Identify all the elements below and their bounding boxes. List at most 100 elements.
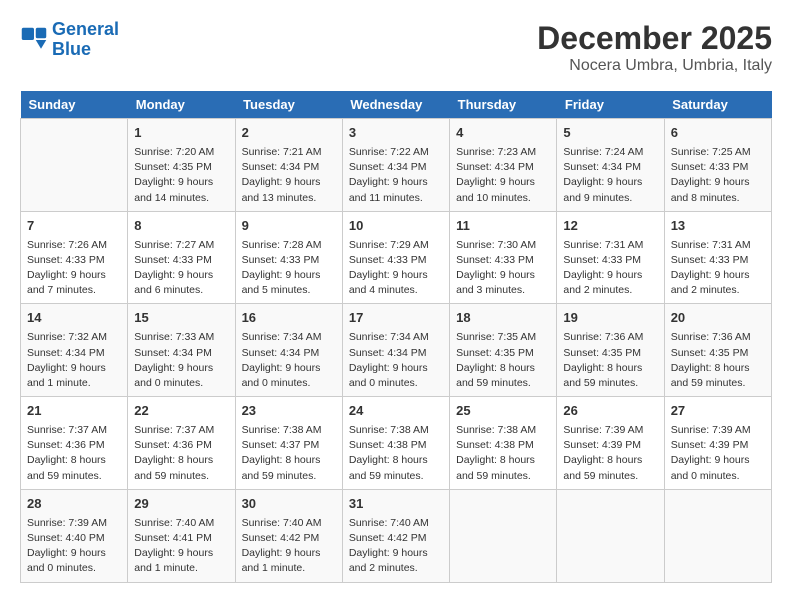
day-info: Sunrise: 7:31 AMSunset: 4:33 PMDaylight:…: [671, 238, 765, 299]
day-cell: 1Sunrise: 7:20 AMSunset: 4:35 PMDaylight…: [128, 119, 235, 212]
day-number: 10: [349, 217, 443, 236]
day-info: Sunrise: 7:40 AMSunset: 4:41 PMDaylight:…: [134, 516, 228, 577]
day-info: Sunrise: 7:39 AMSunset: 4:40 PMDaylight:…: [27, 516, 121, 577]
day-number: 2: [242, 124, 336, 143]
day-info: Sunrise: 7:26 AMSunset: 4:33 PMDaylight:…: [27, 238, 121, 299]
day-number: 30: [242, 495, 336, 514]
day-cell: 6 Sunrise: 7:25 AMSunset: 4:33 PMDaylight…: [664, 119, 771, 212]
day-number: 9: [242, 217, 336, 236]
day-number: 26: [563, 402, 657, 421]
day-cell: 31Sunrise: 7:40 AMSunset: 4:42 PMDayligh…: [342, 489, 449, 582]
day-info: Sunrise: 7:27 AMSunset: 4:33 PMDaylight:…: [134, 238, 228, 299]
day-number: 25: [456, 402, 550, 421]
logo-line1: General: [52, 19, 119, 39]
day-info: Sunrise: 7:25 AMSunset: 4:33 PMDaylight:…: [671, 145, 765, 206]
day-number: 19: [563, 309, 657, 328]
day-info: Sunrise: 7:39 AMSunset: 4:39 PMDaylight:…: [563, 423, 657, 484]
col-header-wednesday: Wednesday: [342, 91, 449, 119]
day-number: 23: [242, 402, 336, 421]
day-cell: [557, 489, 664, 582]
day-info: Sunrise: 7:33 AMSunset: 4:34 PMDaylight:…: [134, 330, 228, 391]
day-info: Sunrise: 7:31 AMSunset: 4:33 PMDaylight:…: [563, 238, 657, 299]
day-cell: [450, 489, 557, 582]
day-info: Sunrise: 7:35 AMSunset: 4:35 PMDaylight:…: [456, 330, 550, 391]
day-cell: 16Sunrise: 7:34 AMSunset: 4:34 PMDayligh…: [235, 304, 342, 397]
day-number: 4: [456, 124, 550, 143]
logo: General Blue: [20, 20, 119, 60]
day-info: Sunrise: 7:24 AMSunset: 4:34 PMDaylight:…: [563, 145, 657, 206]
day-info: Sunrise: 7:37 AMSunset: 4:36 PMDaylight:…: [27, 423, 121, 484]
day-number: 27: [671, 402, 765, 421]
week-row-4: 21 Sunrise: 7:37 AMSunset: 4:36 PMDayligh…: [21, 397, 772, 490]
day-info: Sunrise: 7:22 AMSunset: 4:34 PMDaylight:…: [349, 145, 443, 206]
day-info: Sunrise: 7:38 AMSunset: 4:37 PMDaylight:…: [242, 423, 336, 484]
day-cell: 20 Sunrise: 7:36 AMSunset: 4:35 PMDayligh…: [664, 304, 771, 397]
location-title: Nocera Umbra, Umbria, Italy: [537, 57, 772, 75]
day-cell: 18Sunrise: 7:35 AMSunset: 4:35 PMDayligh…: [450, 304, 557, 397]
title-block: December 2025 Nocera Umbra, Umbria, Ital…: [537, 20, 772, 75]
day-cell: 12 Sunrise: 7:31 AMSunset: 4:33 PMDayligh…: [557, 211, 664, 304]
day-number: 17: [349, 309, 443, 328]
day-info: Sunrise: 7:38 AMSunset: 4:38 PMDaylight:…: [456, 423, 550, 484]
day-info: Sunrise: 7:34 AMSunset: 4:34 PMDaylight:…: [242, 330, 336, 391]
col-header-monday: Monday: [128, 91, 235, 119]
logo-text: General Blue: [52, 20, 119, 60]
day-number: 12: [563, 217, 657, 236]
day-cell: [21, 119, 128, 212]
day-info: Sunrise: 7:37 AMSunset: 4:36 PMDaylight:…: [134, 423, 228, 484]
day-cell: 7 Sunrise: 7:26 AMSunset: 4:33 PMDaylight…: [21, 211, 128, 304]
day-info: Sunrise: 7:40 AMSunset: 4:42 PMDaylight:…: [242, 516, 336, 577]
day-number: 11: [456, 217, 550, 236]
logo-line2: Blue: [52, 39, 91, 59]
day-number: 6: [671, 124, 765, 143]
day-info: Sunrise: 7:30 AMSunset: 4:33 PMDaylight:…: [456, 238, 550, 299]
day-cell: 17 Sunrise: 7:34 AMSunset: 4:34 PMDayligh…: [342, 304, 449, 397]
week-row-1: 1Sunrise: 7:20 AMSunset: 4:35 PMDaylight…: [21, 119, 772, 212]
day-cell: 4 Sunrise: 7:23 AMSunset: 4:34 PMDaylight…: [450, 119, 557, 212]
day-number: 28: [27, 495, 121, 514]
day-number: 20: [671, 309, 765, 328]
day-number: 21: [27, 402, 121, 421]
week-row-3: 14 Sunrise: 7:32 AMSunset: 4:34 PMDayligh…: [21, 304, 772, 397]
day-number: 29: [134, 495, 228, 514]
day-cell: 24 Sunrise: 7:38 AMSunset: 4:38 PMDayligh…: [342, 397, 449, 490]
day-info: Sunrise: 7:39 AMSunset: 4:39 PMDaylight:…: [671, 423, 765, 484]
day-number: 5: [563, 124, 657, 143]
month-title: December 2025: [537, 20, 772, 57]
day-info: Sunrise: 7:23 AMSunset: 4:34 PMDaylight:…: [456, 145, 550, 206]
day-info: Sunrise: 7:40 AMSunset: 4:42 PMDaylight:…: [349, 516, 443, 577]
day-cell: 14 Sunrise: 7:32 AMSunset: 4:34 PMDayligh…: [21, 304, 128, 397]
day-info: Sunrise: 7:29 AMSunset: 4:33 PMDaylight:…: [349, 238, 443, 299]
day-number: 1: [134, 124, 228, 143]
day-cell: 13 Sunrise: 7:31 AMSunset: 4:33 PMDayligh…: [664, 211, 771, 304]
day-cell: 27 Sunrise: 7:39 AMSunset: 4:39 PMDayligh…: [664, 397, 771, 490]
day-cell: 11 Sunrise: 7:30 AMSunset: 4:33 PMDayligh…: [450, 211, 557, 304]
day-cell: 23 Sunrise: 7:38 AMSunset: 4:37 PMDayligh…: [235, 397, 342, 490]
day-number: 8: [134, 217, 228, 236]
day-number: 13: [671, 217, 765, 236]
day-number: 24: [349, 402, 443, 421]
day-cell: 15 Sunrise: 7:33 AMSunset: 4:34 PMDayligh…: [128, 304, 235, 397]
day-info: Sunrise: 7:36 AMSunset: 4:35 PMDaylight:…: [563, 330, 657, 391]
day-cell: 25 Sunrise: 7:38 AMSunset: 4:38 PMDayligh…: [450, 397, 557, 490]
day-info: Sunrise: 7:38 AMSunset: 4:38 PMDaylight:…: [349, 423, 443, 484]
calendar-table: SundayMondayTuesdayWednesdayThursdayFrid…: [20, 91, 772, 583]
week-row-5: 28 Sunrise: 7:39 AMSunset: 4:40 PMDayligh…: [21, 489, 772, 582]
day-cell: 26 Sunrise: 7:39 AMSunset: 4:39 PMDayligh…: [557, 397, 664, 490]
day-number: 7: [27, 217, 121, 236]
col-header-saturday: Saturday: [664, 91, 771, 119]
page-header: General Blue December 2025 Nocera Umbra,…: [20, 20, 772, 75]
day-cell: 21 Sunrise: 7:37 AMSunset: 4:36 PMDayligh…: [21, 397, 128, 490]
day-cell: 10 Sunrise: 7:29 AMSunset: 4:33 PMDayligh…: [342, 211, 449, 304]
day-cell: 9Sunrise: 7:28 AMSunset: 4:33 PMDaylight…: [235, 211, 342, 304]
day-info: Sunrise: 7:32 AMSunset: 4:34 PMDaylight:…: [27, 330, 121, 391]
day-number: 14: [27, 309, 121, 328]
day-cell: 19 Sunrise: 7:36 AMSunset: 4:35 PMDayligh…: [557, 304, 664, 397]
day-info: Sunrise: 7:36 AMSunset: 4:35 PMDaylight:…: [671, 330, 765, 391]
col-header-friday: Friday: [557, 91, 664, 119]
day-info: Sunrise: 7:34 AMSunset: 4:34 PMDaylight:…: [349, 330, 443, 391]
day-number: 3: [349, 124, 443, 143]
col-header-sunday: Sunday: [21, 91, 128, 119]
day-number: 15: [134, 309, 228, 328]
day-cell: 30 Sunrise: 7:40 AMSunset: 4:42 PMDayligh…: [235, 489, 342, 582]
